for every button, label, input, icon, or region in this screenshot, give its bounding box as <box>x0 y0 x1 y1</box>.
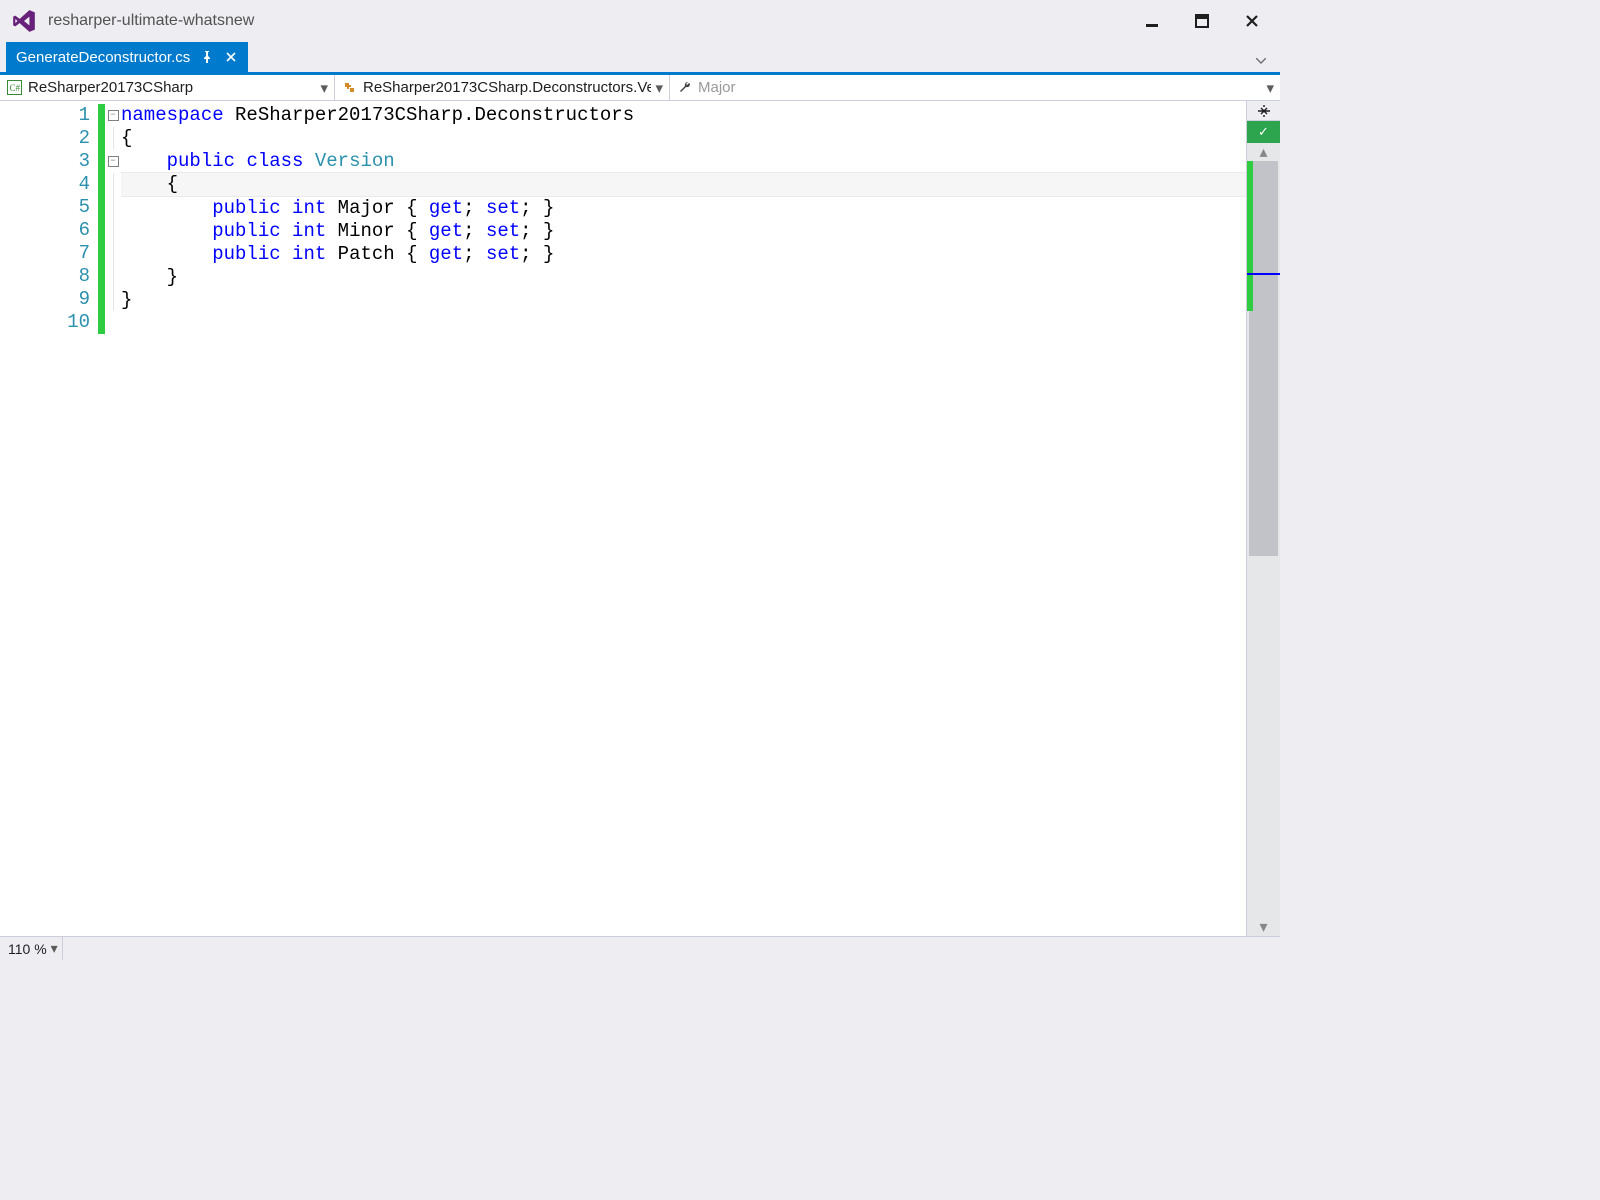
close-button[interactable] <box>1240 9 1264 33</box>
svg-text:C#: C# <box>9 83 20 93</box>
gutter: 1 2 3 4 5 6 7 8 9 10 − − <box>0 101 121 936</box>
outlining-margin: − − <box>105 101 121 936</box>
tab-overflow-icon[interactable] <box>1250 50 1272 72</box>
chevron-down-icon: ▾ <box>655 79 663 97</box>
minimize-button[interactable] <box>1140 9 1164 33</box>
zoom-label: 110 % <box>8 941 47 957</box>
maximize-button[interactable] <box>1190 9 1214 33</box>
editor-statusbar: 110 % ▾ <box>0 936 1280 960</box>
split-view-icon[interactable] <box>1247 101 1280 121</box>
nav-class-dropdown[interactable]: ReSharper20173CSharp.Deconstructors.Ve ▾ <box>335 75 670 100</box>
window-buttons <box>1140 9 1274 33</box>
chevron-down-icon: ▾ <box>51 940 58 957</box>
window-title: resharper-ultimate-whatsnew <box>48 12 1140 30</box>
navigation-bar: C# ReSharper20173CSharp ▾ ReSharper20173… <box>0 75 1280 101</box>
titlebar: resharper-ultimate-whatsnew <box>0 0 1280 42</box>
pin-icon[interactable] <box>200 50 214 64</box>
scroll-down-icon[interactable]: ▾ <box>1247 918 1280 936</box>
csharp-project-icon: C# <box>6 80 22 96</box>
scroll-track[interactable] <box>1247 161 1280 918</box>
nav-project-label: ReSharper20173CSharp <box>28 79 316 96</box>
vertical-scrollbar[interactable]: ✓ ▴ ▾ <box>1246 101 1280 936</box>
visual-studio-icon <box>10 7 38 35</box>
chevron-down-icon: ▾ <box>320 79 328 97</box>
change-marker <box>1247 161 1253 311</box>
document-tabstrip: GenerateDeconstructor.cs <box>0 42 1280 72</box>
document-tab-active[interactable]: GenerateDeconstructor.cs <box>6 42 248 72</box>
class-icon <box>341 80 357 96</box>
nav-class-label: ReSharper20173CSharp.Deconstructors.Ve <box>363 79 651 96</box>
scroll-thumb[interactable] <box>1249 161 1278 556</box>
fold-toggle-icon[interactable]: − <box>108 156 119 167</box>
change-indicator <box>98 101 105 936</box>
fold-toggle-icon[interactable]: − <box>108 110 119 121</box>
scroll-caret-marker <box>1247 273 1280 275</box>
code-surface[interactable]: 1 2 3 4 5 6 7 8 9 10 − − <box>0 101 1246 936</box>
wrench-icon <box>676 80 692 96</box>
vs-window: resharper-ultimate-whatsnew GenerateDeco… <box>0 0 1280 960</box>
line-numbers: 1 2 3 4 5 6 7 8 9 10 <box>0 101 98 936</box>
document-tab-label: GenerateDeconstructor.cs <box>16 49 190 66</box>
zoom-dropdown[interactable]: 110 % ▾ <box>0 937 63 960</box>
editor-area: 1 2 3 4 5 6 7 8 9 10 − − <box>0 101 1280 936</box>
code-text[interactable]: namespace ReSharper20173CSharp.Deconstru… <box>121 101 1246 936</box>
close-tab-icon[interactable] <box>224 50 238 64</box>
nav-member-dropdown[interactable]: Major ▾ <box>670 75 1280 100</box>
scroll-up-icon[interactable]: ▴ <box>1247 143 1280 161</box>
nav-project-dropdown[interactable]: C# ReSharper20173CSharp ▾ <box>0 75 335 100</box>
nav-member-label: Major <box>698 79 1262 96</box>
chevron-down-icon: ▾ <box>1266 79 1274 97</box>
error-status-ok-icon[interactable]: ✓ <box>1247 121 1280 143</box>
